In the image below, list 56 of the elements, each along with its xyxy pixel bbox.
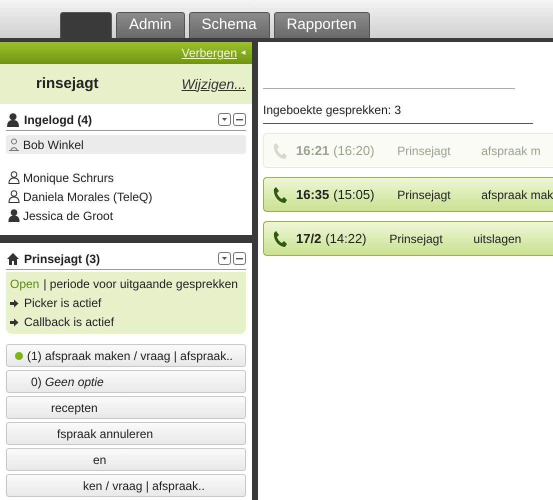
- person-icon: [8, 190, 20, 203]
- queue-name: rinsejagt: [36, 74, 99, 94]
- option-row[interactable]: en: [6, 448, 246, 471]
- user-row[interactable]: Bob Winkel: [6, 135, 246, 154]
- user-name: Bob Winkel: [23, 136, 84, 154]
- user-row[interactable]: Monique Schrurs: [6, 168, 246, 187]
- section-title: Prinsejagt (3): [24, 250, 102, 268]
- call-subject: afspraak m: [481, 142, 541, 160]
- collapse-arrow-icon: ◂: [241, 46, 246, 60]
- option-row[interactable]: recepten: [6, 396, 246, 419]
- user-row[interactable]: Jessica de Groot: [6, 206, 246, 225]
- option-row[interactable]: ken / vraag | afspraak..: [6, 474, 246, 497]
- call-subject: afspraak mak: [481, 186, 553, 204]
- call-subject: uitslagen: [473, 230, 522, 248]
- dropdown-icon[interactable]: [218, 113, 231, 126]
- original-time: (16:20): [333, 142, 376, 160]
- queue-name: Prinsejagt: [397, 142, 452, 160]
- tab[interactable]: Schema: [188, 12, 270, 38]
- original-time: (15:05): [333, 186, 376, 204]
- queue-name: Prinsejagt: [389, 230, 444, 248]
- tab[interactable]: Rapporten: [274, 12, 370, 38]
- section-title: Ingelogd (4): [24, 112, 93, 128]
- status-text: | periode voor uitgaande gesprekken: [43, 276, 238, 293]
- feature-text: Callback is actief: [24, 314, 114, 331]
- status-label: Open: [10, 276, 40, 293]
- option-row[interactable]: (1) afspraak maken / vraag | afspraak..: [6, 344, 246, 367]
- user-name: Daniela Morales (TeleQ): [23, 188, 152, 206]
- home-icon: [6, 252, 20, 266]
- call-row[interactable]: 17/2 (14:22) Prinsejagt uitslagen: [263, 221, 553, 256]
- user-name: Jessica de Groot: [23, 208, 114, 224]
- booked-count: Ingeboekte gesprekken: 3: [263, 102, 402, 119]
- call-row[interactable]: 16:35 (15:05) Prinsejagt afspraak mak: [263, 177, 553, 212]
- person-icon: [8, 171, 20, 184]
- arrow-icon: [10, 318, 19, 326]
- user-row[interactable]: Daniela Morales (TeleQ): [6, 187, 246, 206]
- arrow-icon: [10, 298, 19, 308]
- option-row[interactable]: 0) Geen optie: [6, 370, 246, 393]
- collapse-icon[interactable]: [233, 252, 246, 265]
- phone-icon: [272, 142, 288, 160]
- option-row[interactable]: fspraak annuleren: [6, 422, 246, 445]
- queue-name: Prinsejagt: [397, 186, 452, 204]
- change-link[interactable]: Wijzigen...: [182, 74, 246, 94]
- person-icon: [8, 209, 20, 222]
- original-time: (14:22): [325, 230, 368, 248]
- feature-text: Picker is actief: [24, 295, 102, 312]
- phone-icon: [272, 230, 288, 248]
- person-icon: [6, 112, 20, 126]
- user-name: Monique Schrurs: [23, 170, 114, 186]
- call-time: 16:35: [296, 186, 330, 204]
- tab[interactable]: Admin: [116, 12, 185, 38]
- collapse-icon[interactable]: [233, 113, 246, 126]
- phone-icon: [272, 186, 288, 204]
- call-time: 17/2: [296, 230, 322, 248]
- call-time: 16:21: [296, 142, 330, 160]
- person-icon: [8, 138, 20, 151]
- dropdown-icon[interactable]: [218, 252, 231, 265]
